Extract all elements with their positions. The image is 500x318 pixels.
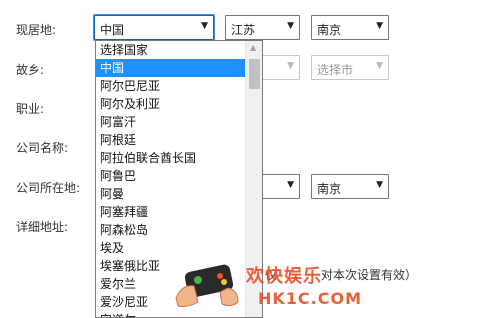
chevron-down-icon: ▼ [376, 180, 383, 190]
company-city-value: 南京 [317, 182, 342, 196]
hometown-city-value: 选择市 [317, 63, 354, 77]
dropdown-option[interactable]: 阿根廷 [96, 131, 262, 149]
company-location-label: 公司所在地: [16, 181, 81, 195]
residence-country-value: 中国 [100, 23, 125, 37]
dropdown-option[interactable]: 中国 [96, 59, 262, 77]
dropdown-option[interactable]: 阿富汗 [96, 113, 262, 131]
watermark-title: 欢快娱乐 [246, 266, 322, 287]
chevron-down-icon: ▼ [287, 61, 294, 71]
residence-province-select[interactable]: 江苏 ▼ [225, 15, 300, 40]
dropdown-option[interactable]: 阿鲁巴 [96, 167, 262, 185]
chevron-down-icon: ▼ [287, 21, 294, 31]
residence-country-select[interactable]: 中国 ▼ [93, 14, 215, 41]
chevron-down-icon: ▼ [201, 21, 208, 31]
dropdown-option[interactable]: 阿曼 [96, 185, 262, 203]
residence-province-value: 江苏 [231, 23, 256, 37]
hometown-label: 故乡: [16, 63, 45, 77]
watermark-url: HK1C.COM [258, 289, 363, 308]
residence-label: 现居地: [16, 23, 57, 37]
dropdown-option[interactable]: 安道尔 [96, 311, 262, 317]
company-name-label: 公司名称: [16, 141, 69, 155]
occupation-label: 职业: [16, 102, 45, 116]
dropdown-option[interactable]: 阿尔及利亚 [96, 95, 262, 113]
chevron-down-icon: ▼ [287, 180, 294, 190]
residence-city-value: 南京 [317, 23, 342, 37]
hometown-city-select[interactable]: 选择市 ▼ [311, 55, 389, 80]
dropdown-option[interactable]: 选择国家 [96, 41, 262, 59]
dropdown-option[interactable]: 阿拉伯联合酋长国 [96, 149, 262, 167]
scroll-up-arrow-icon[interactable]: ▲ [250, 43, 256, 52]
dropdown-option[interactable]: 埃及 [96, 239, 262, 257]
company-city-select[interactable]: 南京 ▼ [311, 174, 389, 199]
dropdown-option[interactable]: 阿塞拜疆 [96, 203, 262, 221]
chevron-down-icon: ▼ [376, 61, 383, 71]
residence-city-select[interactable]: 南京 ▼ [311, 15, 389, 40]
chevron-down-icon: ▼ [376, 21, 383, 31]
scroll-thumb[interactable] [249, 59, 260, 89]
dropdown-option[interactable]: 阿尔巴尼亚 [96, 77, 262, 95]
address-label: 详细地址: [16, 220, 69, 234]
dropdown-option[interactable]: 阿森松岛 [96, 221, 262, 239]
gamepad-hand-logo-icon [175, 264, 239, 307]
